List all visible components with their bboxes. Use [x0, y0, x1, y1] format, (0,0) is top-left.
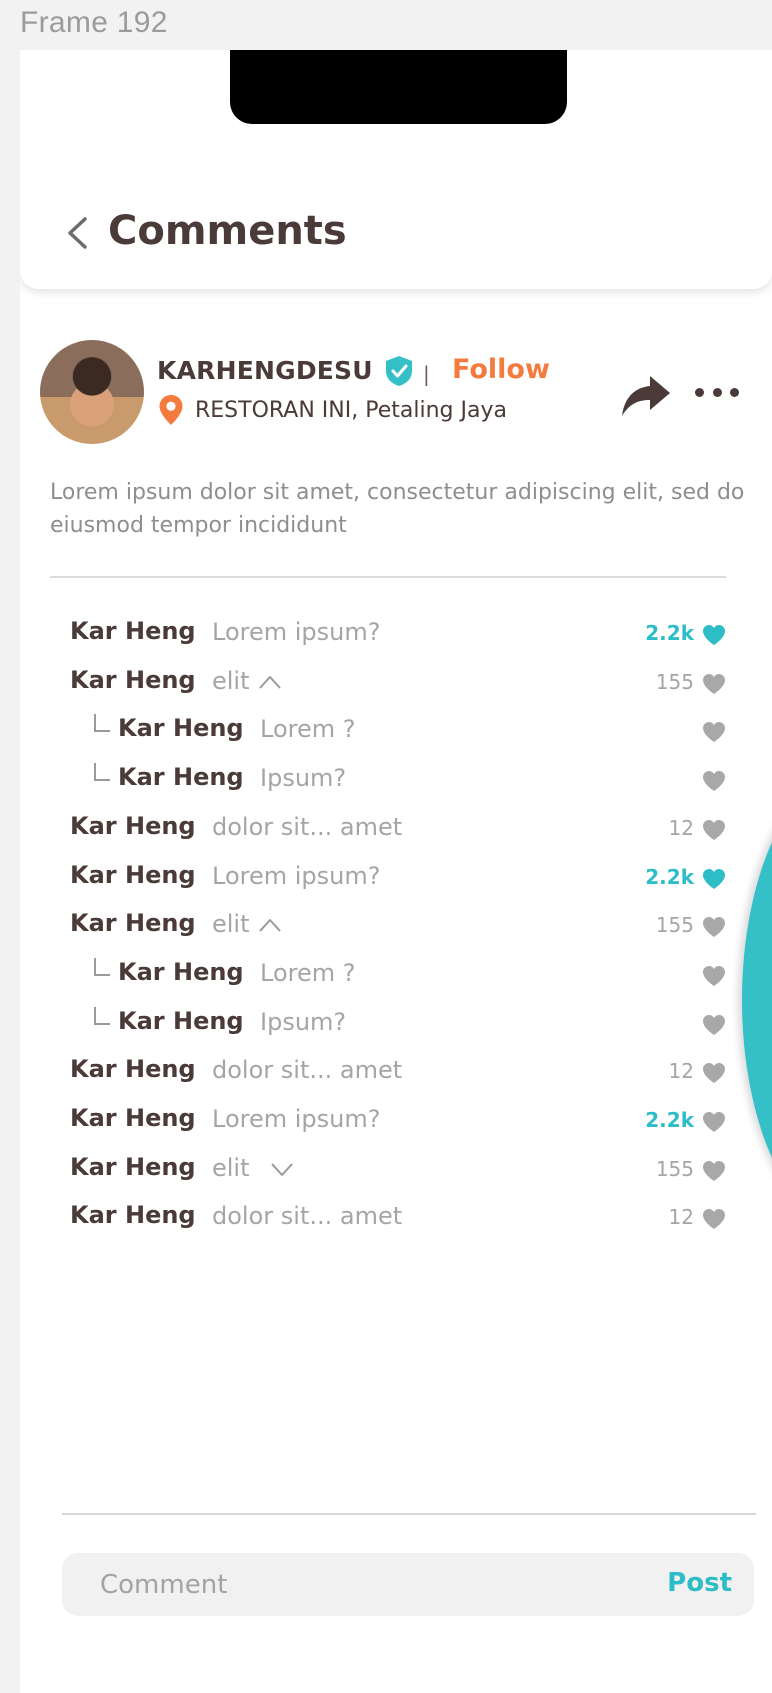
post-username[interactable]: KARHENGDESU: [157, 356, 373, 385]
chevron-down-icon[interactable]: [270, 1161, 294, 1177]
heart-icon[interactable]: [702, 1208, 726, 1230]
comment-row: Kar Heng dolor sit... amet 12: [20, 812, 772, 852]
heart-icon[interactable]: [702, 673, 726, 695]
back-chevron-icon: [68, 217, 87, 249]
like-count: 12: [668, 1059, 694, 1083]
comment-text: Lorem ?: [260, 715, 356, 743]
phone-notch: [230, 50, 567, 124]
like-count: 2.2k: [645, 1108, 694, 1132]
comment-row: Kar Heng dolor sit... amet 12: [20, 1055, 772, 1095]
heart-icon[interactable]: [702, 1014, 726, 1036]
chevron-up-icon[interactable]: [258, 674, 282, 690]
like-count: 2.2k: [645, 621, 694, 645]
heart-icon[interactable]: [702, 1062, 726, 1084]
post-location[interactable]: RESTORAN INI, Petaling Jaya: [195, 398, 507, 423]
verified-badge-icon: [386, 356, 412, 386]
avatar[interactable]: [40, 340, 144, 444]
comment-text: Lorem ?: [260, 959, 356, 987]
page-title: Comments: [108, 208, 347, 254]
heart-icon[interactable]: [702, 868, 726, 890]
phone-screen: Comments KARHENGDESU | Follow RESTORAN I…: [20, 50, 772, 1693]
comment-text: Ipsum?: [260, 764, 347, 792]
post-button[interactable]: Post: [667, 1568, 732, 1598]
comment-author[interactable]: Kar Heng: [118, 714, 244, 742]
comment-author[interactable]: Kar Heng: [70, 666, 196, 694]
divider: [62, 1513, 756, 1515]
reply-row: Kar Heng Lorem ?: [20, 958, 772, 998]
comment-composer: Post: [62, 1553, 754, 1616]
more-icon[interactable]: [695, 380, 739, 404]
comment-text: elit: [212, 1154, 250, 1182]
comment-text: Lorem ipsum?: [212, 1105, 381, 1133]
comment-author[interactable]: Kar Heng: [118, 958, 244, 986]
reply-row: Kar Heng Ipsum?: [20, 763, 772, 803]
comment-row: Kar Heng Lorem ipsum? 2.2k: [20, 1104, 772, 1144]
reply-indicator: [94, 958, 110, 976]
comment-author[interactable]: Kar Heng: [70, 1055, 196, 1083]
comment-text: elit: [212, 667, 250, 695]
comment-text: dolor sit... amet: [212, 1056, 403, 1084]
heart-icon[interactable]: [702, 819, 726, 841]
heart-icon[interactable]: [702, 721, 726, 743]
heart-icon[interactable]: [702, 1160, 726, 1182]
comment-text: dolor sit... amet: [212, 813, 403, 841]
comment-text: Lorem ipsum?: [212, 618, 381, 646]
follow-button[interactable]: Follow: [452, 354, 550, 385]
header-bar: Comments: [20, 50, 772, 289]
frame-label: Frame 192: [20, 6, 168, 39]
username-separator: |: [423, 362, 430, 386]
heart-icon[interactable]: [702, 624, 726, 646]
reply-row: Kar Heng Lorem ?: [20, 714, 772, 754]
comment-input[interactable]: [100, 1553, 620, 1616]
like-count: 155: [655, 670, 694, 694]
reply-row: Kar Heng Ipsum?: [20, 1007, 772, 1047]
comment-row: Kar Heng Lorem ipsum? 2.2k: [20, 861, 772, 901]
comment-author[interactable]: Kar Heng: [70, 861, 196, 889]
comment-row: Kar Heng dolor sit... amet 12: [20, 1201, 772, 1241]
chevron-up-icon[interactable]: [258, 917, 282, 933]
like-count: 155: [655, 1157, 694, 1181]
comment-text: Lorem ipsum?: [212, 862, 381, 890]
heart-icon[interactable]: [702, 1111, 726, 1133]
comment-author[interactable]: Kar Heng: [70, 617, 196, 645]
comment-text: dolor sit... amet: [212, 1202, 403, 1230]
reply-indicator: [94, 714, 110, 732]
like-count: 12: [668, 1205, 694, 1229]
reply-indicator: [94, 1007, 110, 1025]
comment-author[interactable]: Kar Heng: [70, 909, 196, 937]
comment-text: Ipsum?: [260, 1008, 347, 1036]
reply-indicator: [94, 763, 110, 781]
like-count: 155: [655, 913, 694, 937]
back-button[interactable]: [60, 210, 94, 256]
heart-icon[interactable]: [702, 770, 726, 792]
comment-author[interactable]: Kar Heng: [118, 763, 244, 791]
divider: [50, 576, 726, 578]
comment-text: elit: [212, 910, 250, 938]
comment-row: Kar Heng elit 155: [20, 909, 772, 949]
comment-author[interactable]: Kar Heng: [70, 812, 196, 840]
comment-author[interactable]: Kar Heng: [70, 1104, 196, 1132]
heart-icon[interactable]: [702, 965, 726, 987]
like-count: 2.2k: [645, 865, 694, 889]
comment-author[interactable]: Kar Heng: [70, 1153, 196, 1181]
like-count: 12: [668, 816, 694, 840]
comment-row: Kar Heng elit 155: [20, 666, 772, 706]
comment-row: Kar Heng Lorem ipsum? 2.2k: [20, 617, 772, 657]
location-pin-icon: [159, 395, 183, 425]
share-icon[interactable]: [620, 372, 672, 420]
heart-icon[interactable]: [702, 916, 726, 938]
comment-author[interactable]: Kar Heng: [70, 1201, 196, 1229]
comment-author[interactable]: Kar Heng: [118, 1007, 244, 1035]
comment-row: Kar Heng elit 155: [20, 1153, 772, 1193]
post-caption: Lorem ipsum dolor sit amet, consectetur …: [50, 480, 745, 538]
